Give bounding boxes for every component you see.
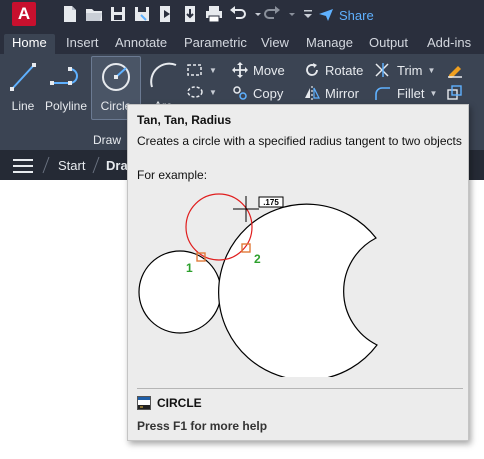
mirror-label: Mirror	[325, 85, 359, 101]
tab-output[interactable]: Output	[369, 34, 408, 54]
crescent-shape	[218, 203, 378, 377]
share-button[interactable]: Share	[318, 6, 374, 24]
tooltip-title: Tan, Tan, Radius	[137, 113, 232, 127]
rotate-icon	[306, 63, 318, 76]
array-icon	[447, 85, 462, 100]
tab-insert[interactable]: Insert	[66, 34, 99, 54]
save-icon[interactable]	[108, 4, 128, 24]
line-icon	[6, 57, 40, 97]
redo-icon[interactable]	[262, 4, 282, 24]
copy-icon	[233, 86, 247, 100]
tangent-point-2-label: 2	[254, 252, 261, 266]
draw-panel-label: Draw	[93, 133, 122, 147]
fillet-tool-button[interactable]: Fillet ▼	[374, 83, 437, 103]
open-folder-icon[interactable]	[84, 4, 104, 24]
tooltip-help-hint: Press F1 for more help	[137, 419, 268, 433]
erase-tool-button[interactable]	[446, 60, 464, 80]
tooltip-command: CIRCLE	[137, 395, 202, 411]
move-icon	[232, 62, 248, 78]
tooltip-separator	[137, 388, 463, 389]
line-tool-label: Line	[11, 99, 35, 113]
tab-manage[interactable]: Manage	[306, 34, 353, 54]
ribbon-tabs: Home Insert Annotate Parametric View Man…	[0, 30, 484, 54]
save-as-icon[interactable]	[132, 4, 152, 24]
tooltip-example-label: For example:	[137, 168, 208, 182]
small-existing-circle	[138, 250, 222, 334]
tab-parametric[interactable]: Parametric	[184, 34, 247, 54]
tangent-point-1-label: 1	[186, 261, 193, 275]
autocad-window: A Share Home Insert Annotate Parametric …	[0, 0, 484, 459]
polyline-icon	[42, 57, 90, 97]
trim-icon	[375, 63, 389, 77]
move-label: Move	[253, 62, 285, 78]
circle-tooltip: Tan, Tan, Radius Creates a circle with a…	[127, 104, 469, 441]
plot-icon[interactable]	[204, 4, 224, 24]
hatch-tool-button[interactable]: ▼	[186, 82, 217, 102]
rectangle-icon	[187, 64, 202, 76]
tab-home[interactable]: Home	[4, 34, 55, 54]
mirror-tool-button[interactable]: Mirror	[304, 83, 359, 103]
app-logo-letter: A	[17, 4, 31, 23]
command-name: CIRCLE	[157, 396, 202, 410]
share-label: Share	[339, 7, 374, 23]
move-tool-button[interactable]: Move	[232, 60, 285, 80]
tab-divider	[92, 156, 100, 174]
line-tool-button[interactable]: Line	[6, 57, 40, 113]
trim-caret-icon: ▼	[427, 65, 436, 75]
trim-tool-button[interactable]: Trim ▼	[374, 60, 435, 80]
hamburger-menu-icon[interactable]	[13, 159, 33, 177]
hatch-caret-icon: ▼	[209, 87, 217, 97]
rotate-tool-button[interactable]: Rotate	[304, 60, 363, 80]
polyline-tool-button[interactable]: Polyline	[42, 57, 90, 113]
draw-panel-title[interactable]: Draw	[0, 128, 130, 150]
customize-caret-icon[interactable]	[298, 4, 312, 24]
open-web-icon[interactable]	[156, 4, 176, 24]
fillet-label: Fillet	[397, 85, 425, 101]
tooltip-description: Creates a circle with a specified radius…	[137, 134, 462, 148]
arc-icon	[144, 57, 182, 97]
trim-label: Trim	[397, 62, 423, 78]
copy-label: Copy	[253, 85, 284, 101]
share-icon	[319, 9, 333, 21]
command-line-icon	[137, 396, 151, 410]
hatch-icon	[187, 86, 203, 98]
circle-icon	[92, 57, 140, 97]
radius-value: .175	[263, 198, 279, 207]
tab-add-ins[interactable]: Add-ins	[427, 34, 471, 54]
rectangle-tool-button[interactable]: ▼	[186, 60, 217, 80]
title-bar: A Share	[0, 0, 484, 30]
tangent-example-illustration: .175 1 2	[138, 193, 378, 377]
new-file-icon[interactable]	[60, 4, 80, 24]
file-tab-start[interactable]: Start	[58, 158, 85, 173]
save-web-icon[interactable]	[180, 4, 200, 24]
tab-annotate[interactable]: Annotate	[115, 34, 167, 54]
copy-tool-button[interactable]: Copy	[232, 83, 283, 103]
tab-divider	[42, 156, 50, 174]
erase-icon	[448, 66, 462, 78]
array-tool-button[interactable]	[446, 83, 464, 103]
undo-caret-icon[interactable]	[248, 4, 261, 24]
tab-view[interactable]: View	[261, 34, 289, 54]
undo-icon[interactable]	[228, 4, 248, 24]
mirror-icon	[305, 86, 320, 100]
fillet-caret-icon: ▼	[429, 88, 438, 98]
rectangle-caret-icon: ▼	[209, 65, 217, 75]
redo-caret-icon[interactable]	[282, 4, 295, 24]
rotate-label: Rotate	[325, 62, 364, 78]
fillet-icon	[375, 87, 390, 100]
application-menu-button[interactable]: A	[12, 2, 36, 26]
polyline-tool-label: Polyline	[44, 99, 88, 113]
